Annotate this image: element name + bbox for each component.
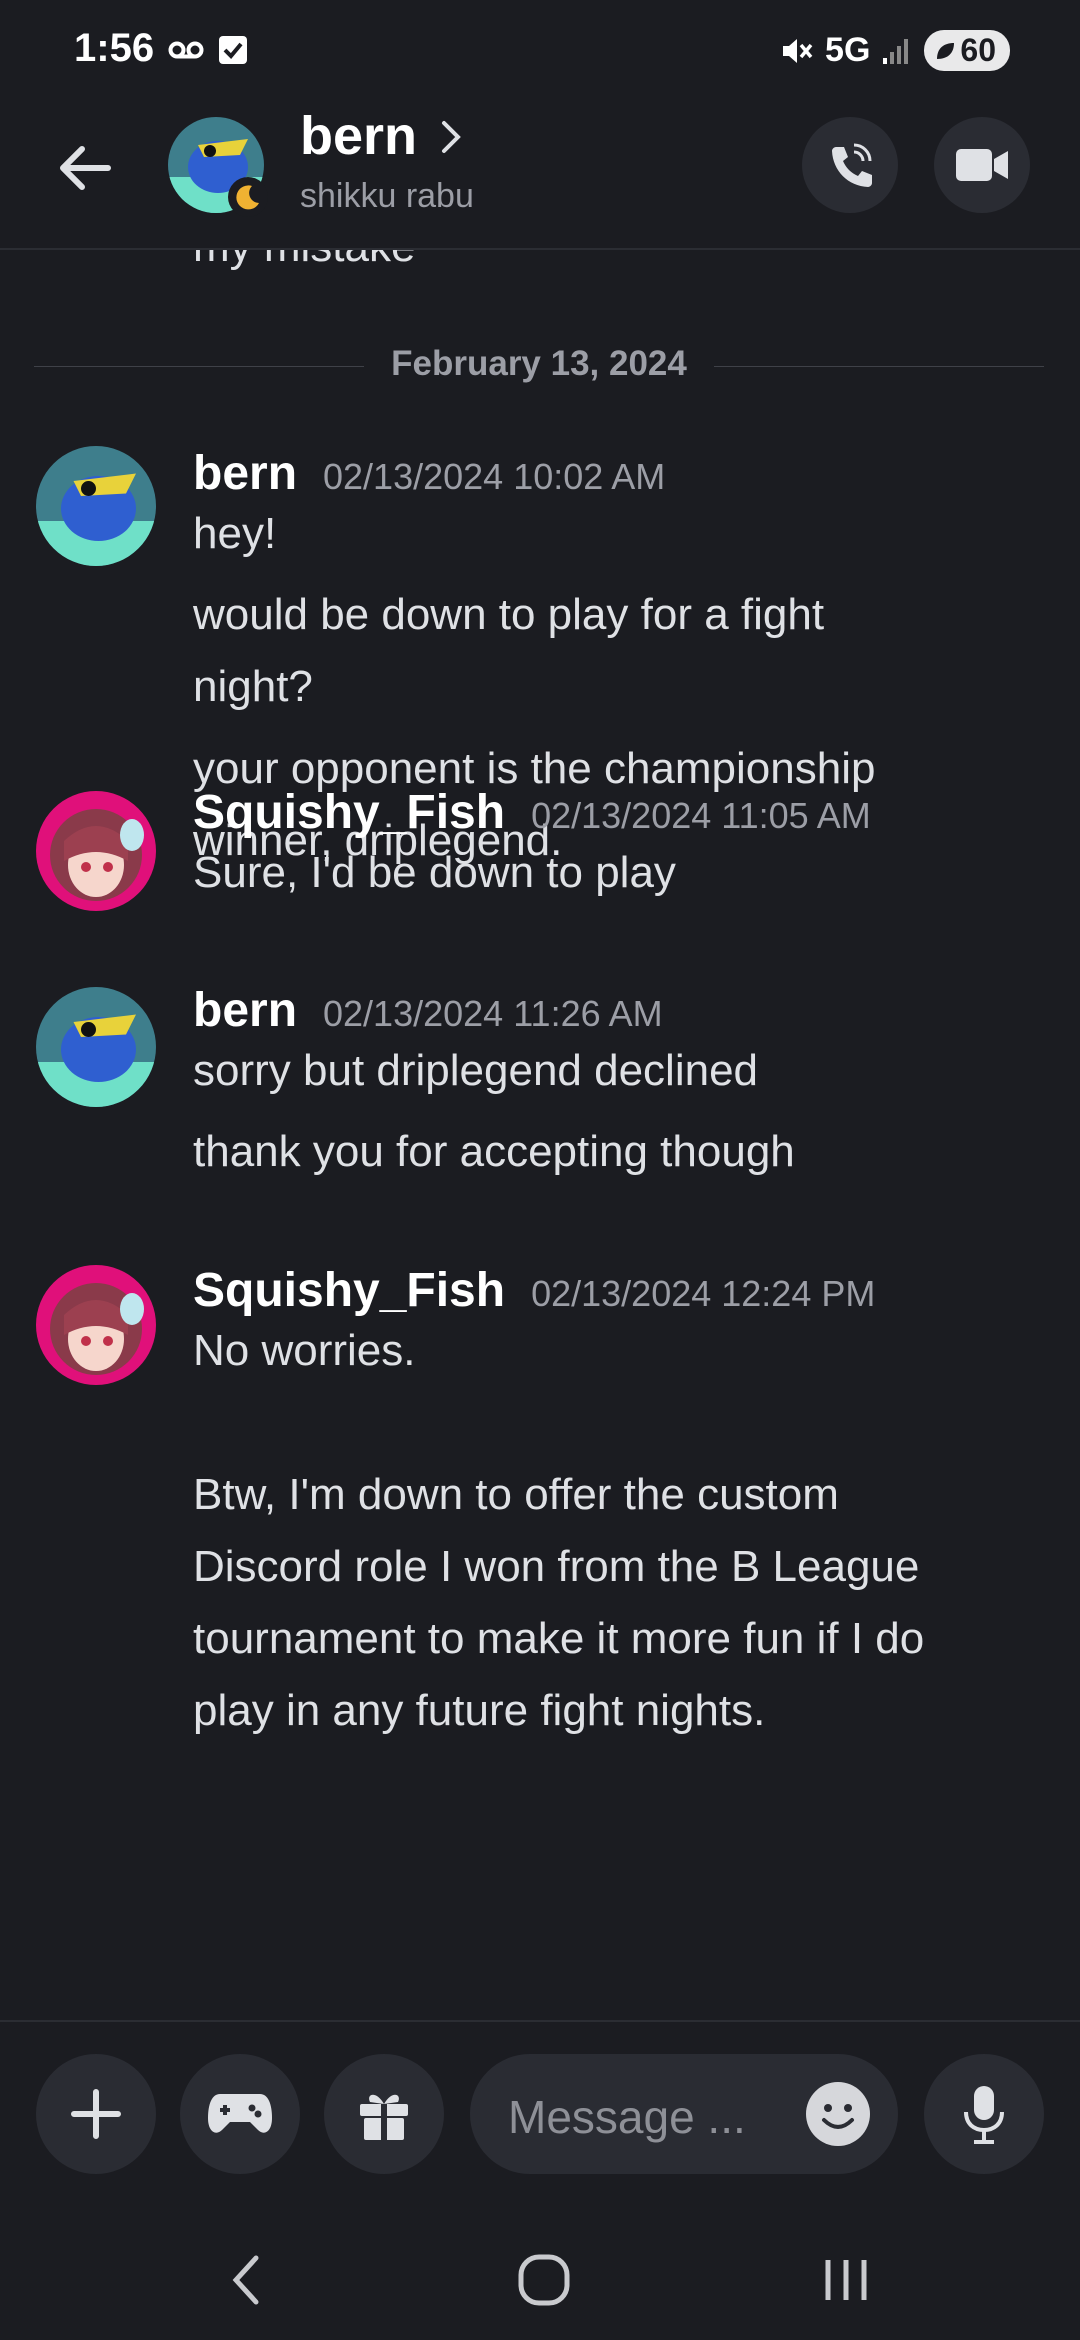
emoji-button[interactable] (806, 2082, 870, 2146)
signal-icon (883, 38, 909, 64)
avatar[interactable] (36, 1265, 156, 1385)
message-header: Squishy_Fish 02/13/2024 11:05 AM (193, 785, 871, 840)
activities-button[interactable] (180, 2054, 300, 2174)
date-divider: February 13, 2024 (34, 342, 1044, 392)
nav-recents-button[interactable] (806, 2240, 886, 2320)
network-type: 5G (825, 31, 871, 69)
bird-avatar-image (36, 446, 156, 566)
message-text: night? (193, 662, 313, 711)
message-header: bern 02/13/2024 10:02 AM (193, 446, 665, 501)
anime-avatar-image (36, 791, 156, 911)
message-text: tournament to make it more fun if I do (193, 1614, 925, 1663)
message-list[interactable]: my mistake February 13, 2024 bern 02/13/… (0, 250, 1080, 2020)
message-author[interactable]: Squishy_Fish (193, 785, 505, 840)
back-button[interactable] (50, 133, 120, 203)
battery-indicator: 60 (924, 30, 1010, 71)
phone-call-icon (832, 143, 872, 187)
video-call-button[interactable] (934, 117, 1030, 213)
message-timestamp: 02/13/2024 12:24 PM (531, 1273, 876, 1314)
voice-call-button[interactable] (802, 117, 898, 213)
date-divider-label: February 13, 2024 (391, 344, 687, 383)
avatar[interactable] (36, 987, 156, 1107)
nav-back-button[interactable] (206, 2240, 286, 2320)
gift-button[interactable] (324, 2054, 444, 2174)
status-left-icons (168, 34, 248, 66)
voicemail-icon (168, 41, 204, 59)
status-time: 1:56 (74, 26, 155, 70)
message-timestamp: 02/13/2024 10:02 AM (323, 456, 666, 497)
message-header: Squishy_Fish 02/13/2024 12:24 PM (193, 1263, 875, 1318)
message-timestamp: 02/13/2024 11:26 AM (323, 993, 663, 1034)
message-input[interactable]: Message ... (470, 2054, 898, 2174)
message-text: sorry but driplegend declined (193, 1046, 759, 1095)
chevron-right-icon[interactable] (436, 117, 466, 157)
message-text: play in any future fight nights. (193, 1686, 766, 1735)
voice-message-button[interactable] (924, 2054, 1044, 2174)
idle-status-icon (228, 177, 268, 217)
recents-icon (825, 2260, 867, 2300)
checkbox-notification-icon (219, 36, 247, 64)
message-text: hey! (193, 509, 277, 558)
bird-avatar-image (36, 987, 156, 1107)
battery-level: 60 (960, 32, 996, 68)
message-author[interactable]: bern (193, 983, 297, 1038)
gift-icon (360, 2094, 408, 2140)
avatar[interactable] (36, 791, 156, 911)
message-text: Sure, I'd be down to play (193, 848, 676, 897)
message-input-placeholder: Message ... (508, 2091, 746, 2143)
nav-home-button[interactable] (504, 2240, 584, 2320)
plus-icon (71, 2089, 121, 2139)
status-right: 5G 60 (779, 30, 1010, 71)
chat-header: bern shikku rabu (0, 105, 1080, 250)
anime-avatar-image (36, 1265, 156, 1385)
message-text: Btw, I'm down to offer the custom (193, 1470, 839, 1519)
message-text: would be down to play for a fight (193, 590, 825, 639)
message-text: No worries. (193, 1326, 416, 1375)
message-timestamp: 02/13/2024 11:05 AM (531, 795, 871, 836)
arrow-left-icon (60, 146, 111, 190)
home-circle-icon (518, 2254, 570, 2306)
partial-message-text: my mistake (193, 250, 415, 272)
mute-icon (783, 38, 813, 63)
emoji-icon (822, 2104, 854, 2129)
message-author[interactable]: Squishy_Fish (193, 1263, 505, 1318)
message-text: thank you for accepting though (193, 1127, 795, 1176)
contact-name[interactable]: bern (300, 105, 417, 167)
gamepad-icon (208, 2094, 272, 2133)
microphone-icon (964, 2086, 1004, 2144)
status-bar: 1:56 5G 60 (0, 0, 1080, 105)
leaf-icon (937, 42, 955, 59)
message-composer: Message ... (0, 2020, 1080, 2202)
add-attachment-button[interactable] (36, 2054, 156, 2174)
chevron-left-icon (232, 2255, 259, 2305)
contact-subtitle: shikku rabu (300, 177, 474, 215)
message-header: bern 02/13/2024 11:26 AM (193, 983, 663, 1038)
message-text: Discord role I won from the B League (193, 1542, 920, 1591)
message-author[interactable]: bern (193, 446, 297, 501)
video-camera-icon (956, 149, 1008, 181)
avatar[interactable] (36, 446, 156, 566)
system-navigation-bar (0, 2200, 1080, 2340)
